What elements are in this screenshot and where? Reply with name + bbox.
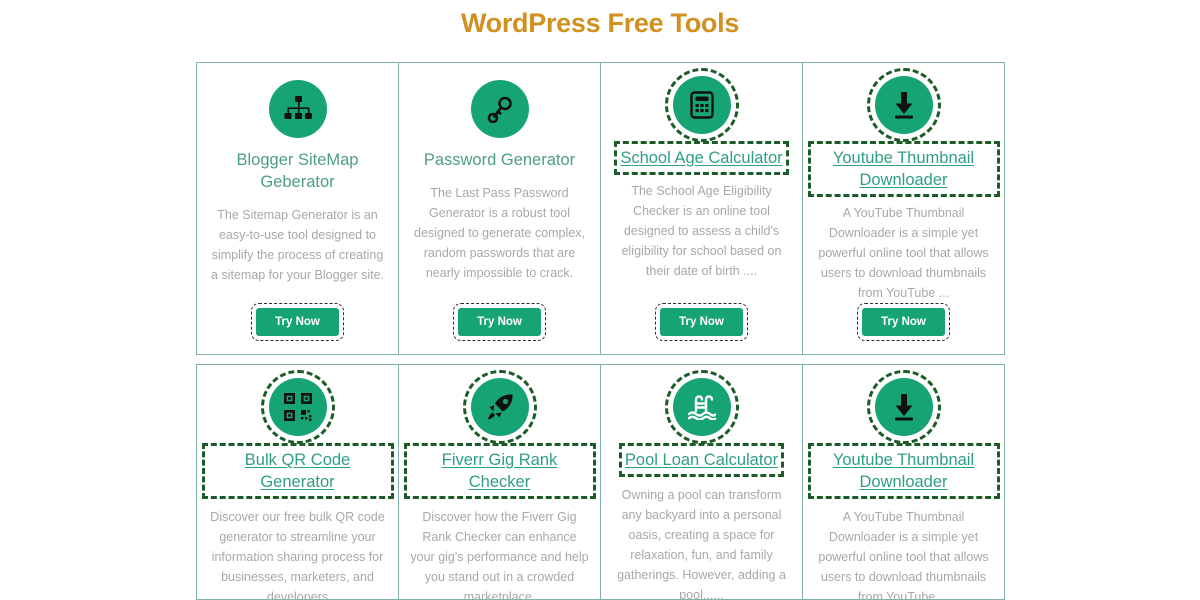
try-now-wrapper: Try Now [857, 303, 950, 341]
tool-description: The School Age Eligibility Checker is an… [621, 184, 782, 278]
try-now-wrapper: Try Now [453, 303, 546, 341]
key-icon[interactable] [470, 80, 529, 138]
tool-card[interactable]: Bulk QR Code Generator Discover our free … [196, 364, 399, 600]
tool-card[interactable]: Youtube Thumbnail Downloader A YouTube Th… [802, 364, 1005, 600]
tool-description: Discover how the Fiverr Gig Rank Checker… [410, 510, 589, 600]
page-root: WordPress Free Tools Blogger SiteMap Geb… [0, 0, 1200, 600]
tool-description: A YouTube Thumbnail Downloader is a simp… [818, 206, 989, 300]
qr-code-icon[interactable] [268, 378, 327, 436]
download-icon[interactable] [874, 378, 933, 436]
tool-card[interactable]: Password Generator The Last Pass Password… [398, 62, 601, 355]
tool-card[interactable]: Pool Loan Calculator Owning a pool can tr… [600, 364, 803, 600]
tool-card[interactable]: Blogger SiteMap Geberator The Sitemap Gen… [196, 62, 399, 355]
tool-icon-wrapper[interactable] [866, 370, 941, 444]
tool-description: Discover our free bulk QR code generator… [210, 510, 385, 600]
tool-title: Password Generator [423, 151, 576, 169]
tool-description: Owning a pool can transform any backyard… [617, 488, 786, 600]
try-now-wrapper: Try Now [655, 303, 748, 341]
tool-title: Blogger SiteMap Geberator [236, 151, 359, 191]
try-now-button[interactable]: Try Now [251, 303, 344, 341]
tool-icon-wrapper[interactable] [462, 370, 537, 444]
tool-icon-wrapper[interactable] [664, 370, 739, 444]
tool-title-link[interactable]: Youtube Thumbnail Downloader [807, 141, 1000, 197]
tool-icon-wrapper[interactable] [268, 80, 327, 138]
tool-card[interactable]: Fiverr Gig Rank Checker Discover how the … [398, 364, 601, 600]
calculator-icon[interactable] [672, 76, 731, 134]
tool-description: The Sitemap Generator is an easy-to-use … [211, 208, 384, 282]
try-now-button[interactable]: Try Now [453, 303, 546, 341]
rocket-icon[interactable] [470, 378, 529, 436]
tool-title-link[interactable]: School Age Calculator [614, 141, 789, 175]
tool-icon-wrapper[interactable] [260, 370, 335, 444]
tool-title-link[interactable]: Youtube Thumbnail Downloader [807, 443, 1000, 499]
tool-card[interactable]: Youtube Thumbnail Downloader A YouTube Th… [802, 62, 1005, 355]
tool-icon-wrapper[interactable] [866, 68, 941, 142]
try-now-button[interactable]: Try Now [857, 303, 950, 341]
tools-row-1: Blogger SiteMap Geberator The Sitemap Gen… [196, 62, 1006, 364]
pool-ladder-icon[interactable] [672, 378, 731, 436]
tool-description: A YouTube Thumbnail Downloader is a simp… [818, 510, 989, 600]
try-now-wrapper: Try Now [251, 303, 344, 341]
try-now-button[interactable]: Try Now [655, 303, 748, 341]
tool-title-link[interactable]: Pool Loan Calculator [618, 443, 785, 477]
tool-icon-wrapper[interactable] [470, 80, 529, 138]
tool-title-link[interactable]: Fiverr Gig Rank Checker [403, 443, 596, 499]
download-icon[interactable] [874, 76, 933, 134]
tool-title-link[interactable]: Bulk QR Code Generator [201, 443, 394, 499]
tool-description: The Last Pass Password Generator is a ro… [414, 186, 585, 280]
page-title: WordPress Free Tools [460, 8, 740, 38]
tools-row-2: Bulk QR Code Generator Discover our free … [196, 364, 1006, 600]
sitemap-icon[interactable] [268, 80, 327, 138]
tools-grid: Blogger SiteMap Geberator The Sitemap Gen… [196, 62, 1006, 600]
tool-card[interactable]: School Age Calculator The School Age Elig… [600, 62, 803, 355]
tool-icon-wrapper[interactable] [664, 68, 739, 142]
